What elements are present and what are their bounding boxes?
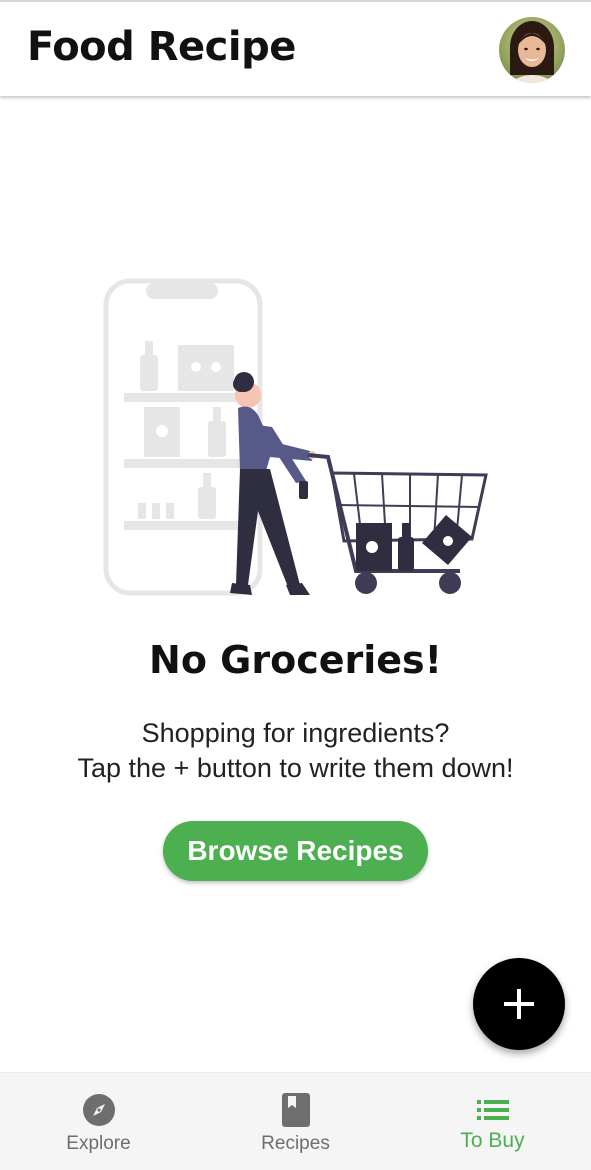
compass-icon	[82, 1093, 116, 1127]
user-avatar[interactable]	[499, 17, 565, 83]
nav-label-recipes: Recipes	[261, 1133, 330, 1154]
empty-state-message-line2: Tap the + button to write them down!	[77, 753, 514, 783]
bottom-navigation: Explore Recipes To Buy	[0, 1072, 591, 1170]
list-icon	[476, 1093, 509, 1127]
avatar-image	[499, 17, 565, 83]
app-bar: Food Recipe	[0, 0, 591, 96]
nav-item-recipes[interactable]: Recipes	[197, 1073, 394, 1170]
shopping-cart-illustration	[103, 278, 488, 596]
empty-state-message: Shopping for ingredients? Tap the + butt…	[0, 716, 591, 786]
empty-state-message-line1: Shopping for ingredients?	[141, 718, 450, 748]
nav-label-explore: Explore	[66, 1133, 131, 1154]
empty-state-title: No Groceries!	[149, 638, 442, 682]
browse-recipes-button[interactable]: Browse Recipes	[163, 821, 428, 881]
nav-item-to-buy[interactable]: To Buy	[394, 1073, 591, 1170]
empty-groceries-illustration	[100, 275, 492, 605]
nav-item-explore[interactable]: Explore	[0, 1073, 197, 1170]
nav-label-to-buy: To Buy	[460, 1129, 525, 1152]
add-grocery-fab[interactable]	[473, 958, 565, 1050]
app-title: Food Recipe	[27, 24, 296, 70]
bookmark-book-icon	[281, 1093, 310, 1127]
plus-icon	[504, 989, 534, 1019]
